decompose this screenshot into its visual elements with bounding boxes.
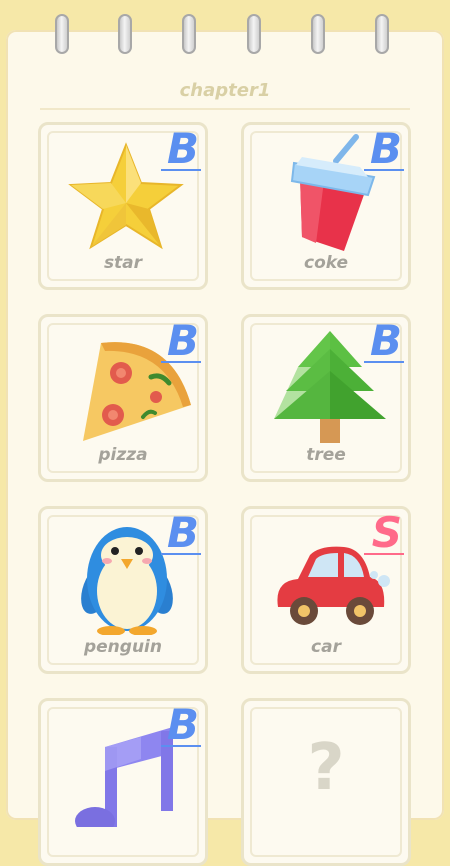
grade-underline [161, 169, 201, 171]
card-tree[interactable]: B tree [241, 314, 411, 482]
divider [40, 108, 410, 110]
card-label: pizza [98, 445, 148, 465]
grade-badge: B [369, 124, 402, 173]
card-pizza[interactable]: B pizza [38, 314, 208, 482]
card-label: car [311, 637, 341, 657]
grade-badge: B [369, 316, 402, 365]
card-label: penguin [83, 637, 162, 657]
grade-underline [161, 745, 201, 747]
card-penguin[interactable]: B penguin [38, 506, 208, 674]
binder-ring [247, 14, 261, 54]
card-star[interactable]: B star [38, 122, 208, 290]
card-car[interactable]: S car [241, 506, 411, 674]
grade-underline [364, 361, 404, 363]
binder-ring [55, 14, 69, 54]
grade-underline [161, 361, 201, 363]
grade-badge: B [166, 124, 199, 173]
binder-ring [182, 14, 196, 54]
question-mark-icon: ? [307, 731, 345, 805]
card-locked[interactable]: ? [241, 698, 411, 866]
card-label: tree [306, 445, 346, 465]
grade-underline [161, 553, 201, 555]
chapter-title: chapter1 [179, 80, 271, 101]
grade-badge: B [166, 700, 199, 749]
binder-ring [375, 14, 389, 54]
grade-underline [364, 553, 404, 555]
grade-badge: B [166, 508, 199, 557]
card-coke[interactable]: B coke [241, 122, 411, 290]
card-label: star [103, 253, 143, 273]
card-label: coke [304, 253, 348, 273]
binder-ring [311, 14, 325, 54]
binder-ring [118, 14, 132, 54]
grade-underline [364, 169, 404, 171]
card-music[interactable]: B [38, 698, 208, 866]
grade-badge: S [371, 508, 402, 557]
grade-badge: B [166, 316, 199, 365]
